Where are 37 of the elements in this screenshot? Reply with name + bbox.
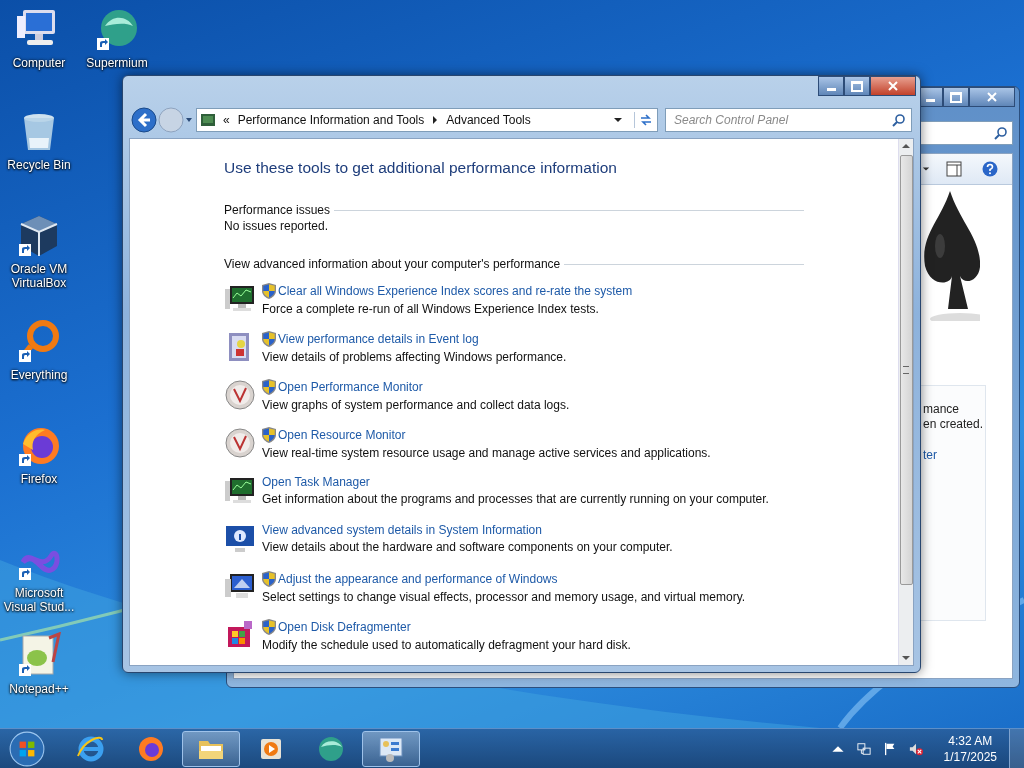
tool-description: Get information about the programs and processes that are currently running on your computer. [262, 492, 769, 506]
panel-text: mance [923, 402, 960, 417]
desktop-icon-label[interactable]: Firefox [20, 472, 58, 486]
section-title: View advanced information about your computer's performance [224, 257, 561, 271]
tool-description: View real-time system resource usage and manage active services and applications. [262, 446, 711, 460]
tool-description: Modify the schedule used to automatically defragment your hard disk. [262, 638, 631, 652]
search-field[interactable]: Search Control Panel [665, 108, 912, 132]
desktop-icon-label[interactable]: Everything [10, 368, 68, 382]
desktop-icon-label[interactable]: Supermium [86, 56, 148, 70]
page-heading: Use these tools to get additional performance information [224, 159, 618, 177]
chevron-icon[interactable]: « [223, 113, 230, 127]
tool-link[interactable]: Open Resource Monitor [278, 428, 406, 442]
panel-link[interactable]: ter [923, 448, 937, 462]
tool-description: View graphs of system performance and collect data logs. [262, 398, 570, 412]
desktop-icon-label[interactable]: Oracle VM VirtualBox [0, 262, 78, 290]
tool-link[interactable]: View performance details in Event log [278, 332, 479, 346]
tool-description: View details of problems affecting Windows performance. [262, 350, 567, 364]
desktop-icon-label[interactable]: Computer [12, 56, 66, 70]
tool-link[interactable]: Open Task Manager [262, 475, 370, 489]
tool-link[interactable]: Open Disk Defragmenter [278, 620, 411, 634]
tool-description: Select settings to change visual effects, processor and memory usage, and virtual memory. [262, 590, 746, 604]
breadcrumb[interactable]: Advanced Tools [446, 113, 531, 127]
tool-link[interactable]: Clear all Windows Experience Index scores and re-rate the system [278, 284, 633, 298]
breadcrumb[interactable]: Performance Information and Tools [237, 113, 425, 127]
status-text: No issues reported. [224, 219, 330, 233]
desktop-icon-label[interactable]: Recycle Bin [7, 158, 71, 172]
tool-link[interactable]: View advanced system details in System Information [262, 523, 542, 537]
clock[interactable]: 4:32 AM 1/17/2025 [943, 732, 997, 765]
tool-link[interactable]: Adjust the appearance and performance of Windows [278, 572, 558, 586]
tool-description: Force a complete re-run of all Windows Experience Index tests. [262, 302, 599, 316]
tool-link[interactable]: Open Performance Monitor [278, 380, 423, 394]
tool-description: View details about the hardware and software components on your computer. [262, 540, 673, 554]
section-title: Performance issues [224, 203, 331, 217]
clock-date: 1/17/2025 [943, 748, 997, 765]
clock-time: 4:32 AM [948, 732, 993, 749]
address-bar[interactable]: « Performance Information and Tools Advanced Tools [196, 108, 658, 132]
panel-text: en created. [923, 417, 984, 432]
